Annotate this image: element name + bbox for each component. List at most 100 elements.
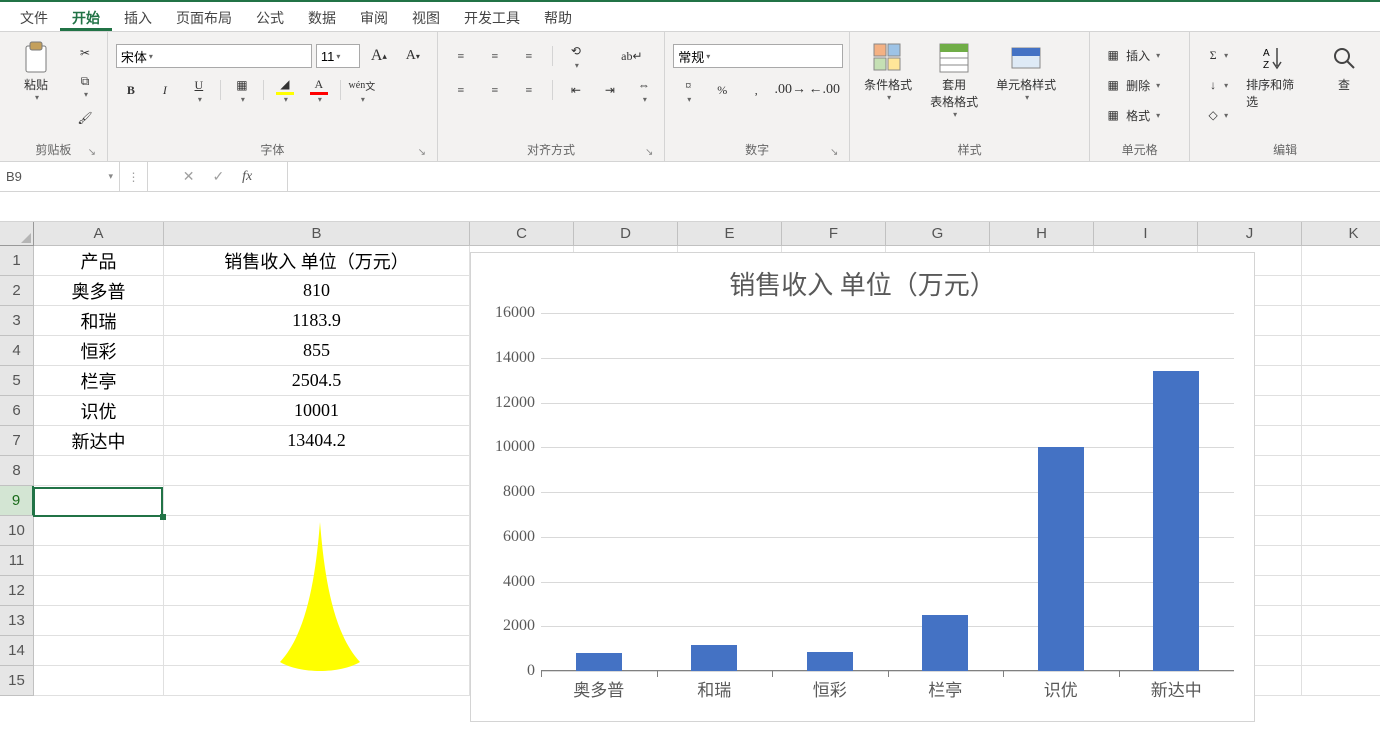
- chart-plot-area[interactable]: 0200040006000800010000120001400016000奥多普…: [541, 313, 1234, 671]
- row-header-11[interactable]: 11: [0, 546, 34, 576]
- delete-button[interactable]: ▦删除: [1098, 72, 1166, 98]
- cancel-icon[interactable]: ✕: [183, 168, 195, 185]
- column-header-H[interactable]: H: [990, 222, 1094, 246]
- cell-B9[interactable]: [164, 486, 470, 516]
- chart-title[interactable]: 销售收入 单位（万元）: [471, 253, 1254, 308]
- copy-button[interactable]: ⧉: [70, 68, 100, 103]
- align-top-button[interactable]: ≡: [446, 43, 476, 69]
- row-header-3[interactable]: 3: [0, 306, 34, 336]
- name-box[interactable]: B9▾: [0, 162, 120, 191]
- cell-K13[interactable]: [1302, 606, 1380, 636]
- cell-B2[interactable]: 810: [164, 276, 470, 306]
- sort-filter-button[interactable]: AZ 排序和筛选: [1240, 36, 1310, 114]
- font-size-select[interactable]: 11: [316, 44, 360, 68]
- row-header-13[interactable]: 13: [0, 606, 34, 636]
- column-header-E[interactable]: E: [678, 222, 782, 246]
- row-header-5[interactable]: 5: [0, 366, 34, 396]
- cell-B7[interactable]: 13404.2: [164, 426, 470, 456]
- cell-K2[interactable]: [1302, 276, 1380, 306]
- cell-K11[interactable]: [1302, 546, 1380, 576]
- cell-B4[interactable]: 855: [164, 336, 470, 366]
- column-header-F[interactable]: F: [782, 222, 886, 246]
- cell-B11[interactable]: [164, 546, 470, 576]
- fx-icon[interactable]: fx: [242, 169, 252, 185]
- cell-A11[interactable]: [34, 546, 164, 576]
- row-header-15[interactable]: 15: [0, 666, 34, 696]
- cell-B5[interactable]: 2504.5: [164, 366, 470, 396]
- cell-A8[interactable]: [34, 456, 164, 486]
- cond-format-button[interactable]: 条件格式: [858, 36, 918, 106]
- chart-bar[interactable]: [1153, 371, 1199, 671]
- menu-file[interactable]: 文件: [8, 2, 60, 31]
- increase-font-button[interactable]: A▴: [364, 43, 394, 69]
- align-launcher[interactable]: ↘: [642, 145, 656, 159]
- column-header-J[interactable]: J: [1198, 222, 1302, 246]
- column-header-A[interactable]: A: [34, 222, 164, 246]
- decrease-indent-button[interactable]: ⇤: [561, 77, 591, 103]
- column-header-I[interactable]: I: [1094, 222, 1198, 246]
- comma-button[interactable]: ,: [741, 77, 771, 103]
- cell-K14[interactable]: [1302, 636, 1380, 666]
- column-header-G[interactable]: G: [886, 222, 990, 246]
- format-button[interactable]: ▦格式: [1098, 102, 1166, 128]
- align-bottom-button[interactable]: ≡: [514, 43, 544, 69]
- insert-button[interactable]: ▦插入: [1098, 42, 1166, 68]
- wrap-text-button[interactable]: ab↵: [617, 43, 647, 69]
- cell-B8[interactable]: [164, 456, 470, 486]
- menu-formulas[interactable]: 公式: [244, 2, 296, 31]
- align-right-button[interactable]: ≡: [514, 77, 544, 103]
- menu-insert[interactable]: 插入: [112, 2, 164, 31]
- chart-bar[interactable]: [1038, 447, 1084, 671]
- decrease-decimal-button[interactable]: ←.00: [809, 77, 839, 103]
- align-left-button[interactable]: ≡: [446, 77, 476, 103]
- enter-icon[interactable]: ✓: [212, 168, 224, 185]
- cell-K4[interactable]: [1302, 336, 1380, 366]
- menu-data[interactable]: 数据: [296, 2, 348, 31]
- row-header-6[interactable]: 6: [0, 396, 34, 426]
- table-format-button[interactable]: 套用 表格格式: [924, 36, 984, 123]
- cell-style-button[interactable]: 单元格样式: [990, 36, 1062, 106]
- cell-K15[interactable]: [1302, 666, 1380, 696]
- row-header-2[interactable]: 2: [0, 276, 34, 306]
- row-header-9[interactable]: 9: [0, 486, 34, 516]
- menu-view[interactable]: 视图: [400, 2, 452, 31]
- align-center-button[interactable]: ≡: [480, 77, 510, 103]
- cell-A5[interactable]: 栏亭: [34, 366, 164, 396]
- cell-K6[interactable]: [1302, 396, 1380, 426]
- cell-K7[interactable]: [1302, 426, 1380, 456]
- column-header-C[interactable]: C: [470, 222, 574, 246]
- menu-help[interactable]: 帮助: [532, 2, 584, 31]
- cell-A15[interactable]: [34, 666, 164, 696]
- name-box-expand[interactable]: ⋮: [120, 162, 148, 191]
- row-header-4[interactable]: 4: [0, 336, 34, 366]
- clear-button[interactable]: ◇: [1198, 102, 1234, 128]
- bold-button[interactable]: B: [116, 77, 146, 103]
- number-launcher[interactable]: ↘: [827, 145, 841, 159]
- row-header-7[interactable]: 7: [0, 426, 34, 456]
- chart-bar[interactable]: [807, 652, 853, 671]
- column-header-B[interactable]: B: [164, 222, 470, 246]
- cell-B3[interactable]: 1183.9: [164, 306, 470, 336]
- cell-B14[interactable]: [164, 636, 470, 666]
- merge-button[interactable]: ⇔: [629, 73, 659, 108]
- row-header-10[interactable]: 10: [0, 516, 34, 546]
- fill-button[interactable]: ↓: [1198, 72, 1234, 98]
- number-format-select[interactable]: 常规: [673, 44, 843, 68]
- row-header-8[interactable]: 8: [0, 456, 34, 486]
- paste-button[interactable]: 粘贴: [8, 36, 64, 106]
- cell-A12[interactable]: [34, 576, 164, 606]
- menu-review[interactable]: 审阅: [348, 2, 400, 31]
- fill-color-button[interactable]: ◢: [270, 73, 300, 108]
- format-painter-button[interactable]: 🖌: [70, 105, 100, 131]
- cell-K5[interactable]: [1302, 366, 1380, 396]
- cell-K1[interactable]: [1302, 246, 1380, 276]
- orientation-button[interactable]: ⟲: [561, 39, 591, 74]
- cell-A10[interactable]: [34, 516, 164, 546]
- cell-K12[interactable]: [1302, 576, 1380, 606]
- cell-K3[interactable]: [1302, 306, 1380, 336]
- row-header-14[interactable]: 14: [0, 636, 34, 666]
- cell-K9[interactable]: [1302, 486, 1380, 516]
- menu-home[interactable]: 开始: [60, 2, 112, 31]
- cell-B6[interactable]: 10001: [164, 396, 470, 426]
- font-launcher[interactable]: ↘: [415, 145, 429, 159]
